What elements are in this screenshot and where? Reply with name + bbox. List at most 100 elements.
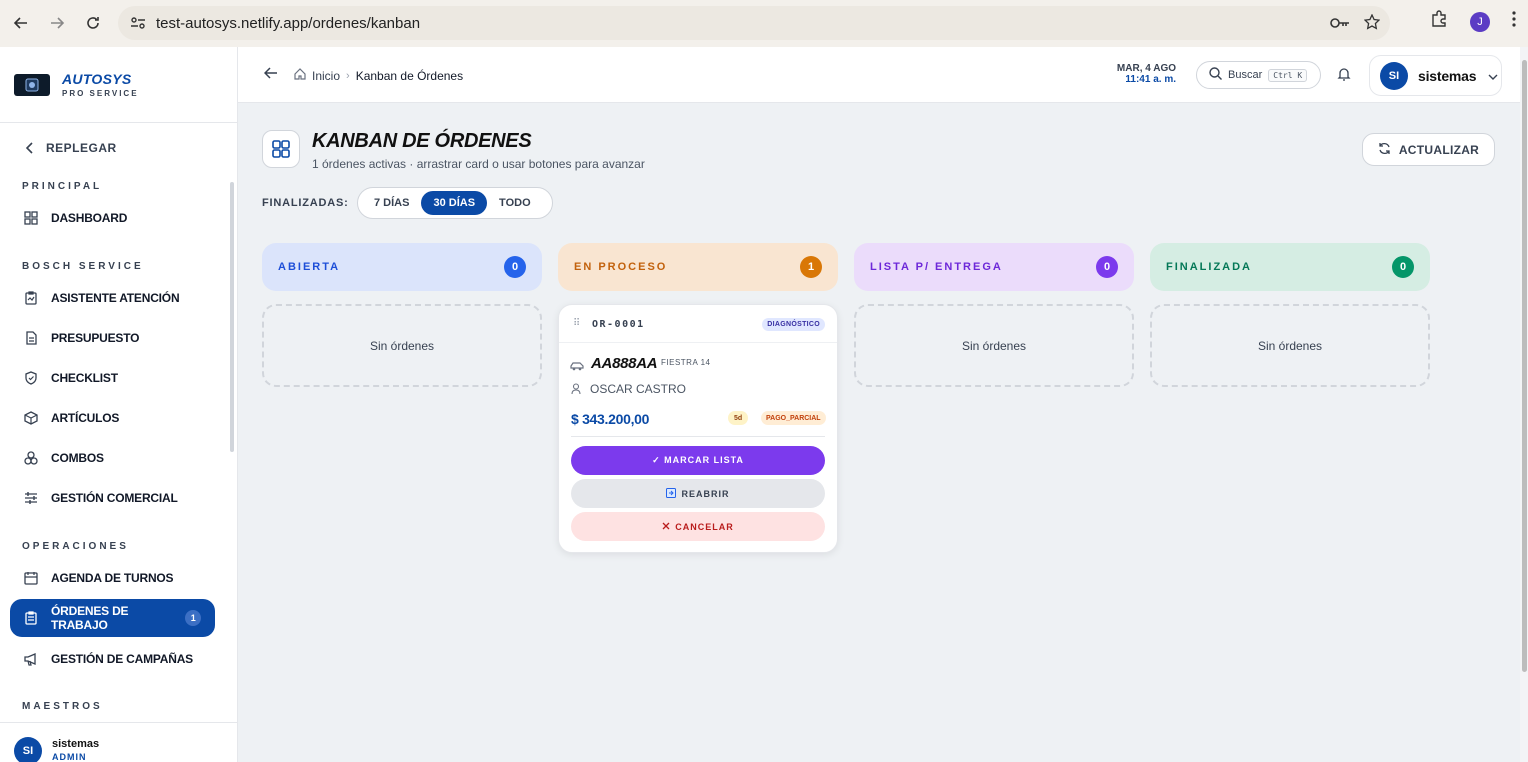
order-card[interactable]: ⠿ OR-0001 DIAGNÓSTICO AA888AA FIESTRA 14… bbox=[558, 304, 838, 553]
stage-badge: DIAGNÓSTICO bbox=[762, 318, 825, 331]
home-icon[interactable] bbox=[294, 68, 306, 83]
collapse-label: REPLEGAR bbox=[46, 141, 117, 155]
filter-7-dias[interactable]: 7 DÍAS bbox=[362, 191, 421, 215]
reopen-icon bbox=[666, 487, 677, 500]
key-icon[interactable] bbox=[1330, 16, 1350, 33]
brand-tagline: PRO SERVICE bbox=[62, 89, 139, 98]
chevron-down-icon bbox=[1488, 67, 1498, 85]
cancel-label: CANCELAR bbox=[675, 521, 734, 532]
sliders-icon bbox=[24, 491, 38, 505]
sidebar-item-articulos[interactable]: ARTÍCULOS bbox=[10, 399, 215, 437]
column-title: EN PROCESO bbox=[574, 261, 668, 273]
sidebar-item-gestion-comercial[interactable]: GESTIÓN COMERCIAL bbox=[10, 479, 215, 517]
column-header-lista-entrega: LISTA P/ ENTREGA 0 bbox=[854, 243, 1134, 291]
order-id: OR-0001 bbox=[592, 319, 645, 330]
back-arrow-icon[interactable] bbox=[263, 66, 278, 84]
sidebar-item-label: ARTÍCULOS bbox=[51, 411, 120, 425]
user-menu-button[interactable]: SI sistemas bbox=[1369, 55, 1502, 96]
column-count: 0 bbox=[1096, 256, 1118, 278]
browser-menu-icon[interactable] bbox=[1512, 11, 1516, 32]
calendar-icon bbox=[24, 571, 38, 585]
breadcrumb: Inicio › Kanban de Órdenes bbox=[294, 68, 463, 83]
sidebar-item-checklist[interactable]: CHECKLIST bbox=[10, 359, 215, 397]
time-text: 11:41 a. m. bbox=[1125, 74, 1176, 85]
sidebar-item-label: PRESUPUESTO bbox=[51, 331, 140, 345]
url-text[interactable]: test-autosys.netlify.app/ordenes/kanban bbox=[156, 15, 420, 32]
date-text: MAR, 4 AGO bbox=[1116, 63, 1176, 74]
browser-toolbar: test-autosys.netlify.app/ordenes/kanban … bbox=[0, 0, 1528, 47]
star-icon[interactable] bbox=[1363, 13, 1381, 34]
sidebar-item-presupuesto[interactable]: PRESUPUESTO bbox=[10, 319, 215, 357]
sidebar-item-ordenes[interactable]: ÓRDENES DE TRABAJO 1 bbox=[10, 599, 215, 637]
chevron-left-icon bbox=[26, 142, 33, 154]
column-title: LISTA P/ ENTREGA bbox=[870, 261, 1003, 273]
order-amount: $ 343.200,00 bbox=[571, 411, 650, 427]
vehicle-plate: AA888AA bbox=[591, 355, 658, 372]
divider bbox=[571, 436, 825, 437]
cancel-button[interactable]: CANCELAR bbox=[571, 512, 825, 541]
section-title-bosch: BOSCH SERVICE bbox=[22, 261, 144, 272]
search-label: Buscar bbox=[1228, 69, 1263, 81]
app-header: Inicio › Kanban de Órdenes MAR, 4 AGO 11… bbox=[238, 47, 1520, 103]
brand-logo bbox=[14, 73, 50, 96]
forward-icon[interactable] bbox=[46, 12, 68, 34]
drag-handle-icon[interactable]: ⠿ bbox=[573, 318, 580, 329]
shield-check-icon bbox=[24, 371, 38, 385]
sidebar-item-label: COMBOS bbox=[51, 451, 104, 465]
search-button[interactable]: Buscar Ctrl K bbox=[1196, 61, 1321, 89]
column-count: 1 bbox=[800, 256, 822, 278]
column-title: ABIERTA bbox=[278, 261, 341, 273]
car-icon bbox=[570, 358, 584, 376]
divider bbox=[0, 122, 237, 123]
sidebar-scrollbar[interactable] bbox=[230, 182, 234, 452]
days-badge: 5d bbox=[728, 411, 749, 425]
sidebar-item-agenda[interactable]: AGENDA DE TURNOS bbox=[10, 559, 215, 597]
reload-icon[interactable] bbox=[82, 12, 104, 34]
profile-avatar[interactable]: J bbox=[1470, 11, 1490, 32]
sidebar-item-label: GESTIÓN DE CAMPAÑAS bbox=[51, 652, 193, 666]
column-title: FINALIZADA bbox=[1166, 261, 1252, 273]
document-icon bbox=[24, 331, 38, 345]
column-header-abierta: ABIERTA 0 bbox=[262, 243, 542, 291]
section-title-maestros: MAESTROS bbox=[22, 701, 103, 712]
kanban-icon bbox=[262, 130, 300, 168]
finalized-filter: 7 DÍAS 30 DÍAS TODO bbox=[357, 187, 553, 219]
bell-icon[interactable] bbox=[1336, 66, 1352, 87]
combo-icon bbox=[24, 451, 38, 465]
extensions-icon[interactable] bbox=[1430, 10, 1448, 33]
section-title-operaciones: OPERACIONES bbox=[22, 541, 129, 552]
search-icon bbox=[1209, 67, 1222, 83]
filter-30-dias[interactable]: 30 DÍAS bbox=[421, 191, 488, 215]
collapse-sidebar-button[interactable]: REPLEGAR bbox=[26, 141, 117, 155]
site-settings-icon[interactable] bbox=[130, 16, 146, 34]
card-header: ⠿ OR-0001 DIAGNÓSTICO bbox=[559, 305, 837, 343]
sidebar-item-campanas[interactable]: GESTIÓN DE CAMPAÑAS bbox=[10, 640, 215, 678]
sidebar-item-dashboard[interactable]: DASHBOARD bbox=[10, 199, 215, 237]
back-icon[interactable] bbox=[10, 12, 32, 34]
clipboard-list-icon bbox=[24, 611, 38, 625]
page-subtitle: 1 órdenes activas · arrastrar card o usa… bbox=[312, 157, 645, 171]
grid-icon bbox=[24, 211, 38, 225]
page-scrollbar-thumb[interactable] bbox=[1522, 60, 1527, 672]
avatar: SI bbox=[14, 737, 42, 762]
brand[interactable]: AUTOSYS PRO SERVICE bbox=[14, 71, 139, 98]
sidebar-item-asistente[interactable]: ASISTENTE ATENCIÓN bbox=[10, 279, 215, 317]
refresh-icon bbox=[1378, 142, 1391, 158]
user-role: ADMIN bbox=[52, 752, 87, 762]
mark-ready-button[interactable]: ✓ MARCAR LISTA bbox=[571, 446, 825, 475]
shortcut-hint: Ctrl K bbox=[1268, 68, 1308, 82]
user-name: sistemas bbox=[52, 738, 100, 750]
column-count: 0 bbox=[1392, 256, 1414, 278]
breadcrumb-home[interactable]: Inicio bbox=[312, 69, 340, 83]
sidebar-item-combos[interactable]: COMBOS bbox=[10, 439, 215, 477]
sidebar-user[interactable]: SI sistemas ADMIN bbox=[0, 722, 237, 762]
reopen-button[interactable]: REABRIR bbox=[571, 479, 825, 508]
column-header-finalizada: FINALIZADA 0 bbox=[1150, 243, 1430, 291]
sidebar-item-label: AGENDA DE TURNOS bbox=[51, 571, 174, 585]
sidebar: AUTOSYS PRO SERVICE REPLEGAR PRINCIPAL D… bbox=[0, 47, 238, 762]
refresh-button[interactable]: ACTUALIZAR bbox=[1362, 133, 1495, 166]
address-bar[interactable]: test-autosys.netlify.app/ordenes/kanban bbox=[118, 6, 1390, 40]
filter-todo[interactable]: TODO bbox=[487, 191, 543, 215]
sidebar-item-label: GESTIÓN COMERCIAL bbox=[51, 491, 178, 505]
client-name: OSCAR CASTRO bbox=[590, 382, 687, 396]
